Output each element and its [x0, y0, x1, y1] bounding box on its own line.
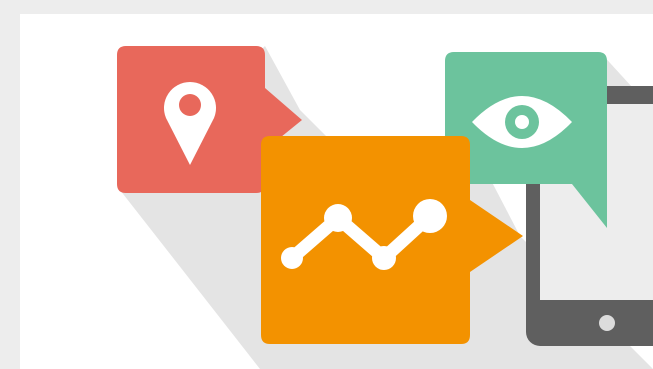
marketing-illustration — [117, 46, 653, 369]
tablet-home-button — [599, 315, 615, 331]
illustration-frame — [20, 14, 653, 369]
